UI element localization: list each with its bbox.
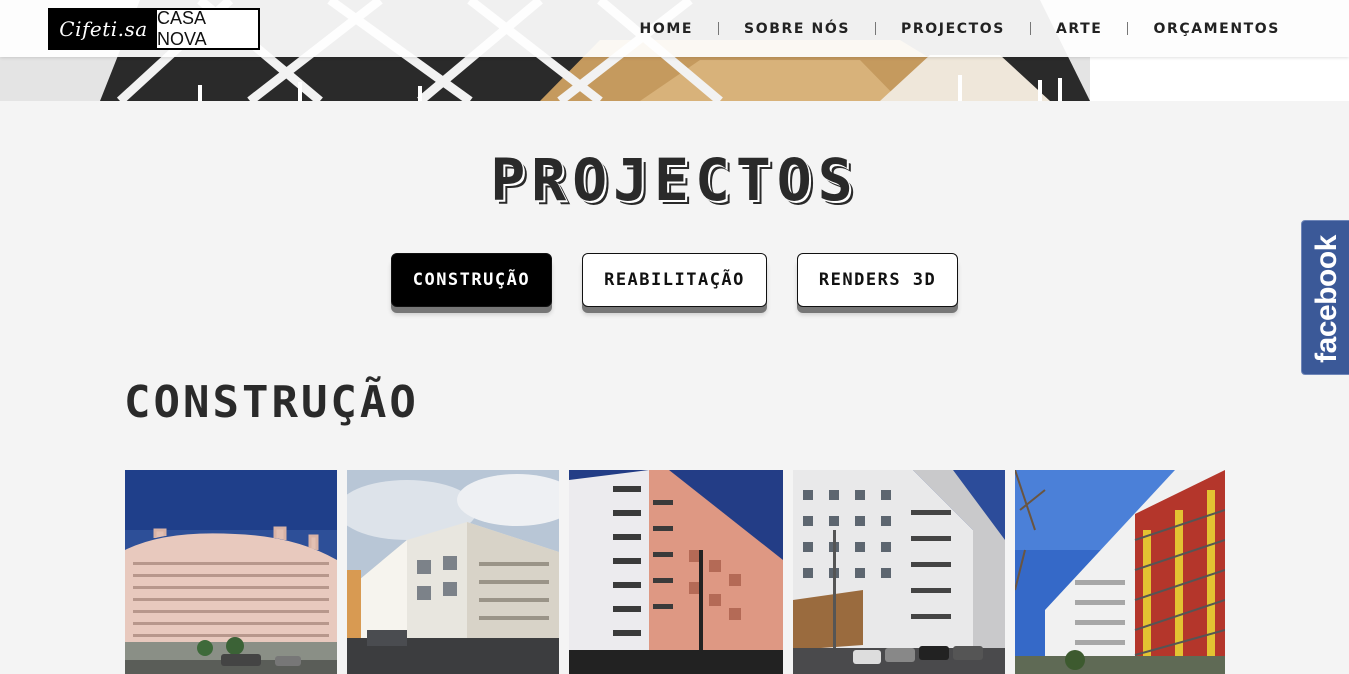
page-title: PROJECTOS (490, 146, 859, 214)
nav-orcamentos[interactable]: ORÇAMENTOS (1153, 21, 1280, 37)
filter-construcao-button[interactable]: CONSTRUÇÃO (390, 253, 553, 307)
site-logo[interactable]: Cifeti.sa CASA NOVA (48, 8, 260, 50)
facebook-tab[interactable]: facebook (1301, 220, 1349, 375)
section-title: CONSTRUÇÃO (124, 377, 419, 428)
project-photo[interactable] (569, 470, 783, 674)
logo-script-text: Cifeti.sa (50, 10, 157, 48)
nav-separator (1127, 22, 1129, 35)
project-photo[interactable] (793, 470, 1005, 674)
project-photo[interactable] (125, 470, 337, 674)
nav-sobre-nos[interactable]: SOBRE NÓS (744, 21, 850, 37)
nav-separator (1029, 22, 1031, 35)
nav-separator (875, 22, 877, 35)
site-header: Cifeti.sa CASA NOVA HOME SOBRE NÓS PROJE… (0, 0, 1349, 57)
logo-brand-text: CASA NOVA (157, 8, 258, 49)
nav-arte[interactable]: ARTE (1056, 21, 1103, 37)
project-photo[interactable] (347, 470, 559, 674)
nav-home[interactable]: HOME (640, 21, 694, 37)
main-nav: HOME SOBRE NÓS PROJECTOS ARTE ORÇAMENTOS (640, 0, 1280, 57)
project-photo[interactable] (1015, 470, 1225, 674)
nav-separator (718, 22, 720, 35)
facebook-icon: facebook (1310, 235, 1343, 363)
filter-reabilitacao-button[interactable]: REABILITAÇÃO (582, 253, 767, 307)
project-gallery (0, 470, 1349, 674)
nav-projectos[interactable]: PROJECTOS (901, 21, 1005, 37)
filter-renders-3d-button[interactable]: RENDERS 3D (796, 253, 959, 307)
project-filters: CONSTRUÇÃO REABILITAÇÃO RENDERS 3D (0, 253, 1349, 307)
